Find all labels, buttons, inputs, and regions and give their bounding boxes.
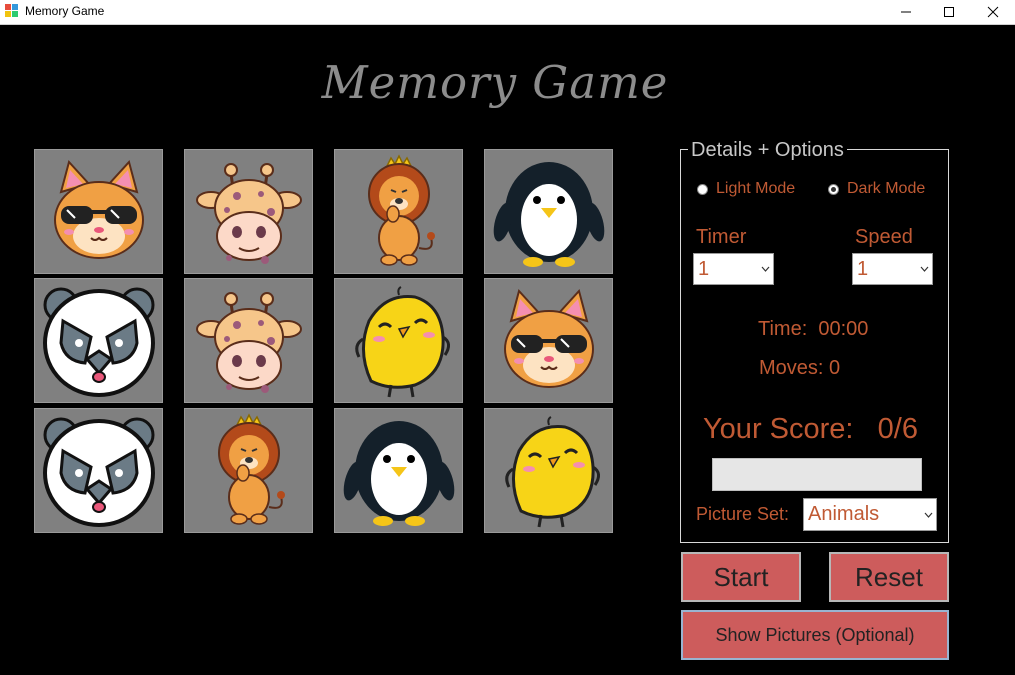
chick-icon [504,415,600,527]
chevron-down-icon [920,512,936,518]
lion-icon [217,412,285,525]
chick-icon [354,285,450,397]
card-fox-with-sunglasses[interactable] [484,278,613,403]
picture-set-label: Picture Set: [696,504,790,524]
maximize-icon [944,7,954,17]
show-pictures-button[interactable]: Show Pictures (Optional) [681,610,949,660]
moves-display: Moves: 0 [759,357,841,379]
card-penguin[interactable] [334,408,463,533]
chevron-down-icon [916,266,932,272]
picture-set-select[interactable]: Animals [803,498,937,531]
light-mode-radio[interactable]: Light Mode [697,180,795,198]
card-panda[interactable] [34,278,163,403]
speed-value: 1 [857,257,869,280]
score-progress-bar [712,458,922,491]
dark-mode-label: Dark Mode [847,180,926,197]
minimize-button[interactable] [883,0,929,24]
minimize-icon [901,11,911,13]
close-icon [987,6,999,18]
dark-mode-radio[interactable]: Dark Mode [828,180,925,198]
fox-with-sunglasses-icon [503,288,594,388]
time-display: Time: 00:00 [758,318,869,340]
window-title: Memory Game [25,4,105,18]
app-icon [5,4,18,17]
timer-value: 1 [698,257,710,280]
lion-icon [367,153,435,266]
options-legend: Details + Options [688,139,847,162]
timer-select[interactable]: 1 [693,253,774,285]
speed-label: Speed [855,226,913,248]
score-display: Your Score: 0/6 [703,413,918,445]
giraffe-icon [195,162,302,264]
start-button[interactable]: Start [681,552,801,602]
penguin-icon [493,161,604,267]
card-penguin[interactable] [484,149,613,274]
giraffe-icon [195,291,302,393]
game-title: Memory Game [321,56,669,109]
card-lion[interactable] [184,408,313,533]
card-giraffe[interactable] [184,278,313,403]
panda-icon [42,417,155,527]
dark-mode-radio-dot [828,183,839,195]
panda-icon [42,287,155,397]
timer-label: Timer [696,226,747,248]
penguin-icon [343,420,454,526]
fox-with-sunglasses-icon [53,159,144,259]
light-mode-label: Light Mode [716,180,796,197]
picture-set-value: Animals [808,503,880,525]
speed-select[interactable]: 1 [852,253,933,285]
light-mode-radio-dot [697,183,708,195]
card-chick[interactable] [484,408,613,533]
reset-button[interactable]: Reset [829,552,949,602]
card-giraffe[interactable] [184,149,313,274]
card-lion[interactable] [334,149,463,274]
close-button[interactable] [970,0,1015,24]
card-chick[interactable] [334,278,463,403]
card-fox-with-sunglasses[interactable] [34,149,163,274]
chevron-down-icon [757,266,773,272]
window-titlebar: Memory Game [0,0,1015,25]
maximize-button[interactable] [926,0,972,24]
card-panda[interactable] [34,408,163,533]
